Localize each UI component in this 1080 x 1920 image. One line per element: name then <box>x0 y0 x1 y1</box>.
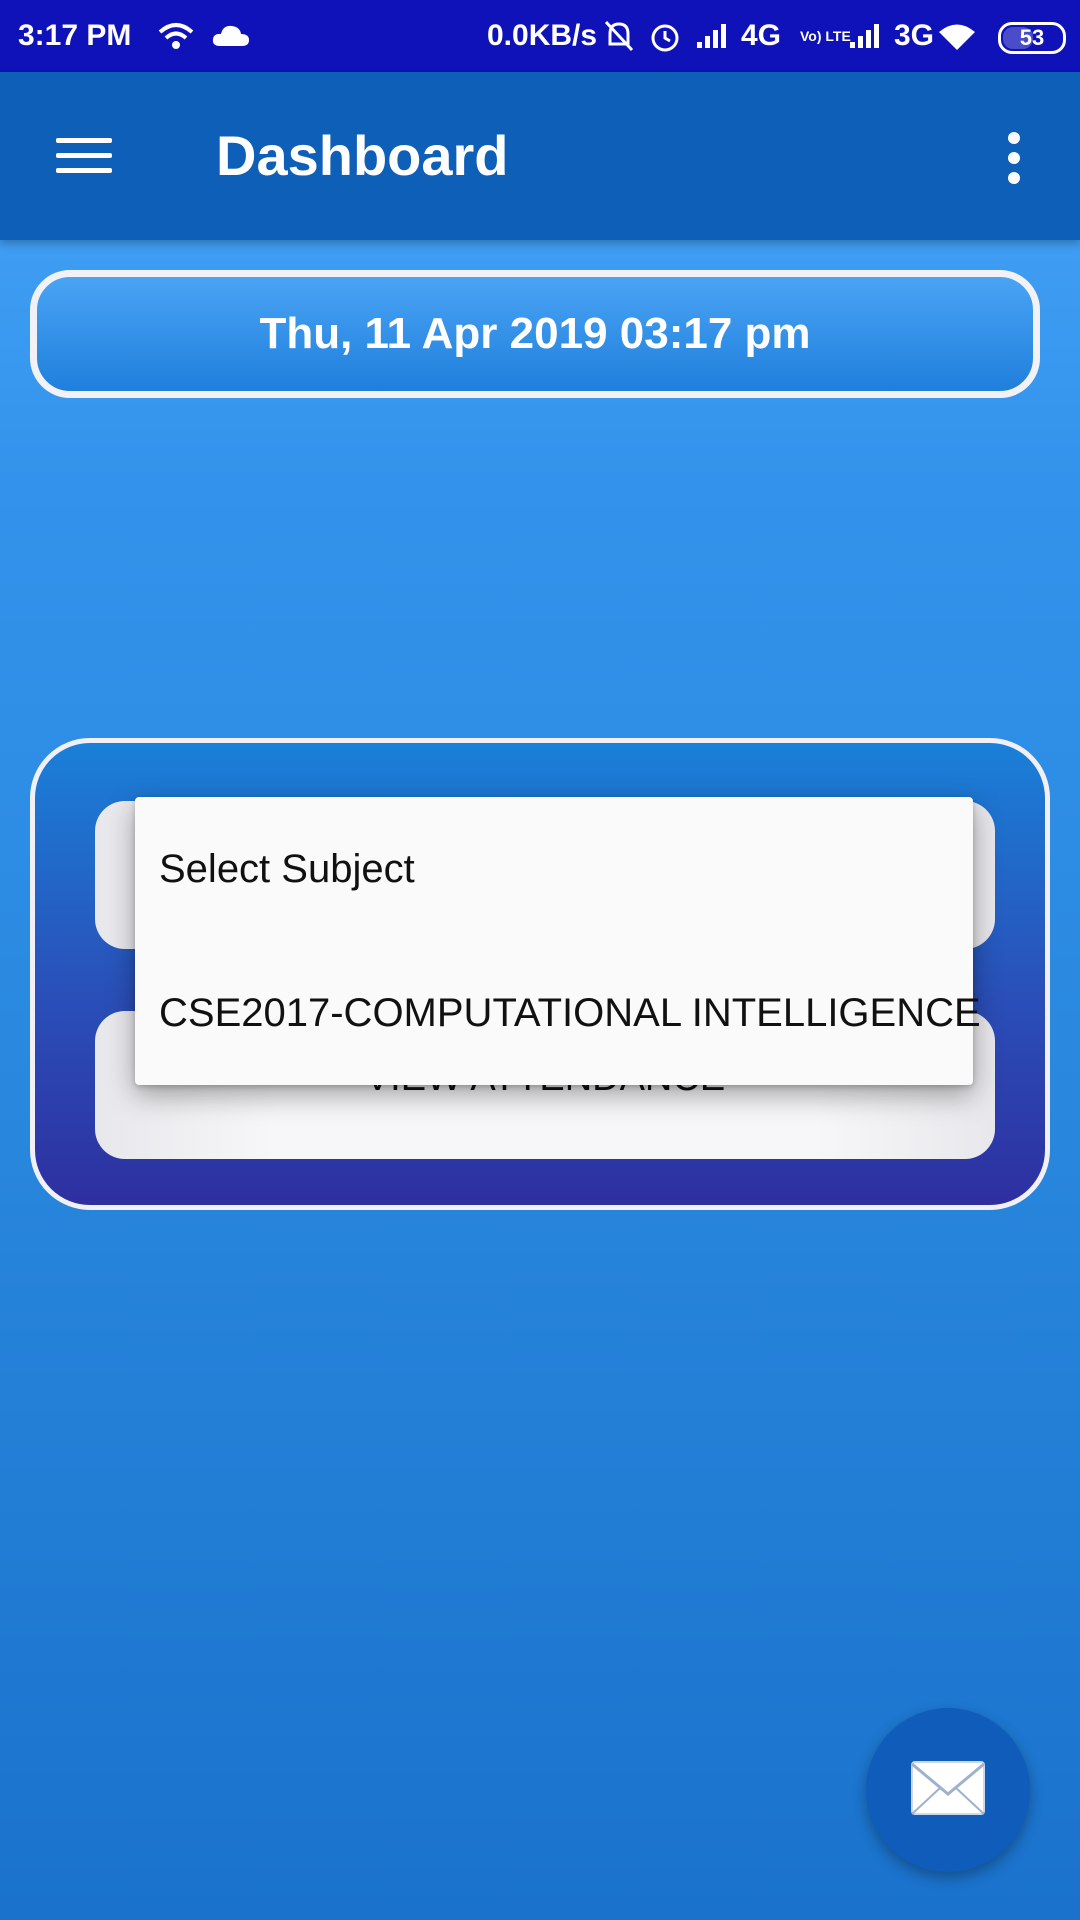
overflow-menu-icon[interactable] <box>1000 130 1028 186</box>
network-speed: 0.0KB/s <box>487 19 598 52</box>
network-type-1: 4G <box>741 19 782 52</box>
mail-icon <box>911 1761 985 1815</box>
cloud-icon <box>210 18 252 54</box>
app-bar: Dashboard <box>0 72 1080 240</box>
signal-icon <box>848 18 888 54</box>
mail-fab-button[interactable] <box>866 1708 1030 1872</box>
volte-indicator: Vo) LTE <box>800 28 851 44</box>
status-time: 3:17 PM <box>18 19 132 52</box>
dropdown-option-subject[interactable]: CSE2017-COMPUTATIONAL INTELLIGENCE <box>159 941 981 1085</box>
battery-level: 53 <box>1019 25 1045 50</box>
alarm-icon <box>648 18 682 54</box>
status-bar: 3:17 PM 0.0KB/s 4G Vo) LTE 3G 53 <box>0 0 1080 72</box>
battery-icon: 53 <box>998 22 1066 54</box>
menu-icon[interactable] <box>56 134 112 178</box>
page-title: Dashboard <box>216 124 509 187</box>
dropdown-option-select-subject[interactable]: Select Subject <box>159 797 949 941</box>
network-type-2: 3G <box>894 19 935 52</box>
wifi-icon <box>156 18 196 54</box>
bell-muted-icon <box>602 18 636 54</box>
signal-icon <box>695 18 735 54</box>
wifi-icon <box>935 18 981 54</box>
date-time-display: Thu, 11 Apr 2019 03:17 pm <box>30 270 1040 398</box>
subject-dropdown-popup: Select Subject CSE2017-COMPUTATIONAL INT… <box>135 797 981 1085</box>
